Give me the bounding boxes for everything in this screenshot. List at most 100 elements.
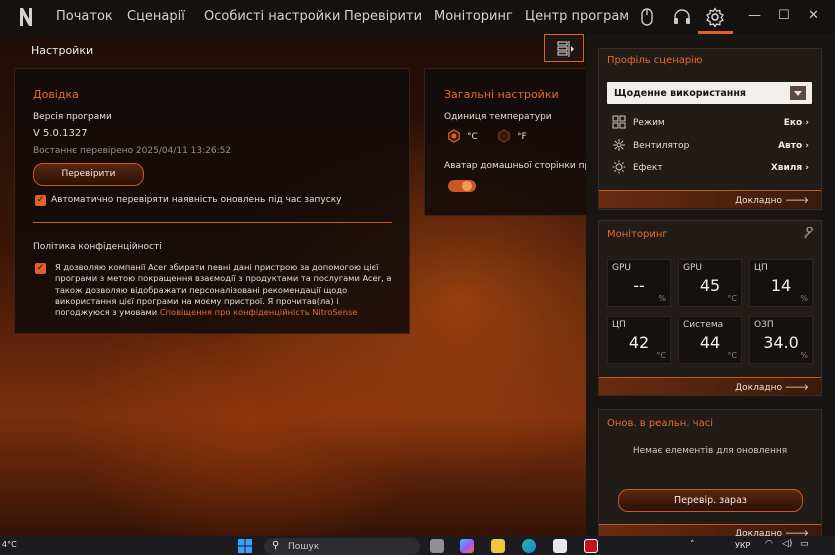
fan-label: Вентилятор [633,141,690,151]
check-updates-button[interactable]: Перевірити [33,163,144,186]
store-icon[interactable] [553,539,567,553]
wrench-icon[interactable] [803,227,815,239]
tab-home[interactable]: Початок [56,9,113,24]
auto-update-label: Автоматично перевіряти наявність оновлен… [51,195,342,205]
monitoring-section: Моніторинг GPU -- % GPU 45 °C ЦП 14 % ЦП… [598,220,822,396]
mode-grid-icon [612,115,626,129]
fan-value[interactable]: Авто › [778,141,809,151]
toggle-knob [462,181,472,191]
headset-icon[interactable] [672,7,692,27]
privacy-link[interactable]: Сповіщення про конфіденційність NitroSen… [160,307,358,317]
check-now-button[interactable]: Перевір. зараз [618,489,803,512]
auto-update-checkbox[interactable]: ✓ [35,195,46,206]
monitor-tile-cpu-load: ЦП 14 % [749,259,813,307]
windows-start-icon[interactable] [238,539,252,553]
monitor-tile-cpu-temp: ЦП 42 °C [607,316,671,364]
gear-icon[interactable] [705,7,725,27]
taskbar-search[interactable]: ⚲ Пошук [264,538,420,555]
side-panel-toggle-button[interactable] [544,34,584,62]
fahrenheit-label: °F [517,132,527,142]
search-icon: ⚲ [272,540,280,551]
avatar-toggle[interactable] [448,180,476,192]
search-placeholder: Пошук [288,542,320,552]
profile-more-link[interactable]: Докладно 🡒 [735,195,809,206]
version-value: V 5.0.1327 [33,128,88,139]
maximize-icon[interactable]: ☐ [778,8,790,23]
help-title: Довідка [33,88,79,101]
effect-label: Ефект [633,163,663,173]
monitor-tile-gpu-temp: GPU 45 °C [678,259,742,307]
mode-label: Режим [633,118,665,128]
profile-select[interactable]: Щоденне використання [607,82,812,104]
nitrosense-logo-icon[interactable] [18,6,34,28]
realtime-updates-section: Онов. в реальн. часі Немає елементів для… [598,409,822,542]
top-nav-bar: Початок Сценарії Особисті настройки Пере… [0,0,835,34]
close-icon[interactable]: ✕ [808,8,819,23]
tile-value: 44 [699,333,721,352]
edge-icon[interactable] [522,539,536,553]
task-view-icon[interactable] [430,539,444,553]
chevron-down-icon [790,86,806,100]
tile-label: ЦП [612,320,626,330]
language-indicator[interactable]: УКР [735,541,750,550]
celsius-radio[interactable] [447,129,461,143]
monitor-tile-system-temp: Система 44 °C [678,316,742,364]
windows-taskbar: 4°C ⚲ Пошук ˄ УКР ◠ ◁) ▭ [0,536,835,555]
light-effect-icon [612,160,626,174]
monitoring-title: Моніторинг [607,229,668,240]
updates-empty-text: Немає елементів для оновлення [632,446,788,456]
wifi-icon[interactable]: ◠ [765,539,773,549]
panel-collapse-icon [557,41,574,57]
version-label: Версія програми [33,112,112,122]
divider [33,222,392,223]
celsius-label: °C [467,132,478,142]
profile-select-value: Щоденне використання [614,88,746,99]
monitor-tile-gpu-load: GPU -- % [607,259,671,307]
nitrosense-taskbar-icon[interactable] [584,539,598,553]
monitoring-more-bar[interactable]: Докладно 🡒 [599,377,821,395]
fan-icon [613,139,625,151]
profile-section: Профіль сценарію Щоденне використання Ре… [598,48,822,210]
mouse-icon[interactable] [637,7,657,27]
tile-unit: °C [727,351,737,360]
chevron-up-icon[interactable]: ˄ [690,540,695,550]
tile-value: 42 [628,333,650,352]
profile-title: Профіль сценарію [607,55,703,66]
tab-personal-settings[interactable]: Особисті настройки [204,9,340,24]
updates-title: Онов. в реальн. часі [607,418,713,429]
privacy-title: Політика конфіденційності [33,242,162,252]
tile-label: GPU [683,263,702,273]
tab-monitoring[interactable]: Моніторинг [434,9,513,24]
tile-value: 14 [770,276,792,295]
tile-label: GPU [612,263,631,273]
general-settings-title: Загальні настройки [444,88,559,101]
volume-icon[interactable]: ◁) [782,539,792,549]
tile-label: ОЗП [754,320,774,330]
tile-label: Система [683,320,724,330]
tile-label: ЦП [754,263,768,273]
monitoring-more-link[interactable]: Докладно 🡒 [735,382,809,393]
tile-unit: °C [727,294,737,303]
privacy-checkbox[interactable]: ✓ [35,263,46,274]
page-title: Настройки [31,44,94,57]
general-settings-panel: Загальні настройки Одиниця температури °… [424,68,596,216]
fahrenheit-radio[interactable] [497,129,511,143]
tab-scenarios[interactable]: Сценарії [127,9,185,24]
minimize-icon[interactable]: — [748,8,761,23]
copilot-icon[interactable] [460,539,474,553]
tile-value: -- [633,276,645,295]
tile-value: 45 [699,276,721,295]
avatar-label: Аватар домашньої сторінки пре [444,161,596,171]
effect-value[interactable]: Хвиля › [771,163,809,173]
weather-temp[interactable]: 4°C [2,540,17,549]
tile-unit: % [800,351,808,360]
tab-check[interactable]: Перевірити [344,9,422,24]
last-checked-text: Востаннє перевірено 2025/04/11 13:26:52 [33,146,232,156]
temperature-unit-label: Одиниця температури [444,112,552,122]
battery-icon[interactable]: ▭ [800,539,809,549]
mode-value[interactable]: Еко › [784,118,809,128]
monitor-tile-ram: ОЗП 34.0 % [749,316,813,364]
profile-more-bar[interactable]: Докладно 🡒 [599,190,821,208]
tab-app-center[interactable]: Центр програм [525,9,629,24]
file-explorer-icon[interactable] [491,539,505,553]
